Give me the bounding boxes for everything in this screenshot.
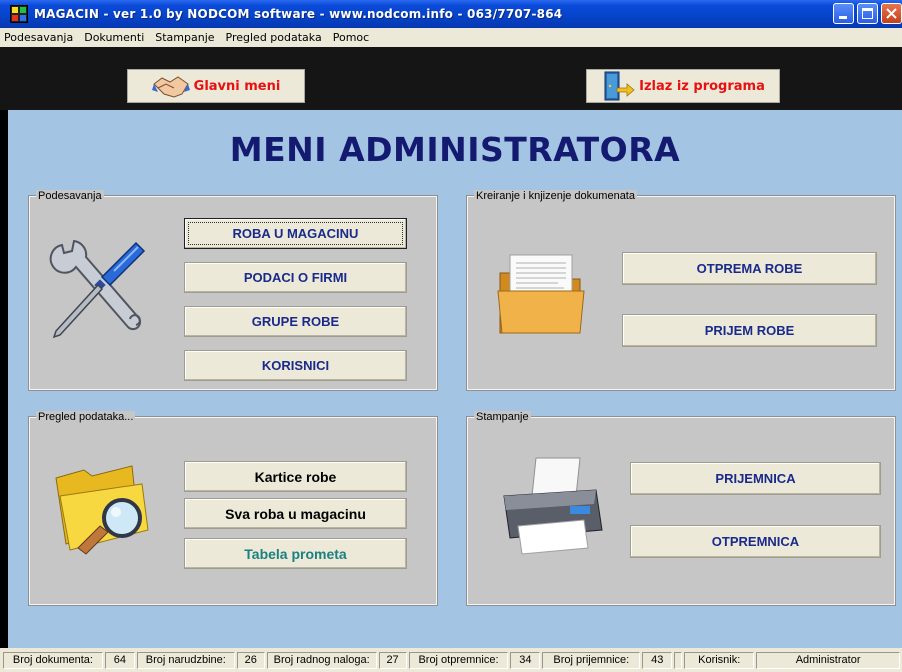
- status-user-label: Korisnik:: [684, 651, 755, 669]
- title-bar[interactable]: MAGACIN - ver 1.0 by NODCOM software - w…: [0, 0, 902, 28]
- exit-button[interactable]: Izlaz iz programa: [586, 69, 780, 103]
- otpremnica-button[interactable]: OTPREMNICA: [630, 525, 881, 558]
- printer-icon: [503, 457, 603, 555]
- prijemnica-button[interactable]: PRIJEMNICA: [630, 462, 881, 495]
- printing-group-legend: Stampanje: [474, 411, 531, 423]
- kartice-robe-button[interactable]: Kartice robe: [184, 461, 407, 492]
- otprema-robe-button[interactable]: OTPREMA ROBE: [622, 252, 877, 285]
- status-bar: Broj dokumenta: 64 Broj narudzbine: 26 B…: [0, 648, 902, 672]
- toolbar: Glavni meni Izlaz iz programa: [0, 47, 902, 110]
- status-orders: 26: [236, 651, 265, 669]
- window-title: MAGACIN - ver 1.0 by NODCOM software - w…: [34, 7, 563, 21]
- settings-group: Podesavanja ROBA U MAGACINU PODACI O FIR…: [29, 190, 437, 390]
- menu-stampanje[interactable]: Stampanje: [155, 31, 214, 44]
- status-work-orders-label: Broj radnog naloga:: [266, 651, 377, 669]
- status-spacer: [674, 651, 683, 669]
- minimize-icon: [839, 16, 847, 19]
- status-receipt-label: Broj prijemnice:: [542, 651, 641, 669]
- close-icon: [886, 8, 897, 19]
- documents-group-legend: Kreiranje i knjizenje dokumenata: [474, 190, 637, 202]
- page-title: MENI ADMINISTRATORA: [229, 130, 681, 169]
- menu-pomoc[interactable]: Pomoc: [333, 31, 369, 44]
- status-orders-label: Broj narudzbine:: [136, 651, 235, 669]
- main-menu-label: Glavni meni: [193, 78, 281, 94]
- maximize-button[interactable]: [857, 3, 878, 24]
- exit-label: Izlaz iz programa: [639, 78, 765, 94]
- podaci-o-firmi-button[interactable]: PODACI O FIRMI: [184, 262, 407, 293]
- status-doc-count: 64: [104, 651, 135, 669]
- grupe-robe-button[interactable]: GRUPE ROBE: [184, 306, 407, 337]
- main-menu-button[interactable]: Glavni meni: [127, 69, 305, 103]
- overview-group-legend: Pregled podataka...: [36, 411, 136, 423]
- menu-bar: Podesavanja Dokumenti Stampanje Pregled …: [0, 28, 902, 47]
- folder-search-icon: [55, 465, 149, 555]
- settings-group-legend: Podesavanja: [36, 190, 104, 202]
- prijem-robe-button[interactable]: PRIJEM ROBE: [622, 314, 877, 347]
- overview-group: Pregled podataka... Kartice robe Sva rob…: [29, 411, 437, 605]
- document-folder-icon: [497, 254, 585, 334]
- documents-group: Kreiranje i knjizenje dokumenata OTPREMA…: [467, 190, 895, 390]
- close-button[interactable]: [881, 3, 902, 24]
- printing-group: Stampanje PRIJEMNICA OTPREMNICA: [467, 411, 895, 605]
- menu-pregled-podataka[interactable]: Pregled podataka: [226, 31, 322, 44]
- minimize-button[interactable]: [833, 3, 854, 24]
- tabela-prometa-button[interactable]: Tabela prometa: [184, 538, 407, 569]
- status-dispatch: 34: [510, 651, 541, 669]
- status-user: Administrator: [756, 651, 900, 669]
- menu-podesavanja[interactable]: Podesavanja: [4, 31, 73, 44]
- handshake-icon: [151, 76, 190, 98]
- app-icon: [10, 5, 28, 23]
- korisnici-button[interactable]: KORISNICI: [184, 350, 407, 381]
- main-panel: MENI ADMINISTRATORA Podesavanja ROBA U M…: [8, 110, 902, 648]
- status-work-orders: 27: [378, 651, 407, 669]
- menu-dokumenti[interactable]: Dokumenti: [84, 31, 144, 44]
- status-dispatch-label: Broj otpremnice:: [408, 651, 509, 669]
- roba-u-magacinu-button[interactable]: ROBA U MAGACINU: [184, 218, 407, 249]
- exit-door-icon: [604, 71, 635, 101]
- status-doc-count-label: Broj dokumenta:: [3, 651, 103, 669]
- status-receipt: 43: [642, 651, 673, 669]
- tools-icon: [49, 239, 146, 339]
- maximize-icon: [862, 8, 873, 19]
- sva-roba-u-magacinu-button[interactable]: Sva roba u magacinu: [184, 498, 407, 529]
